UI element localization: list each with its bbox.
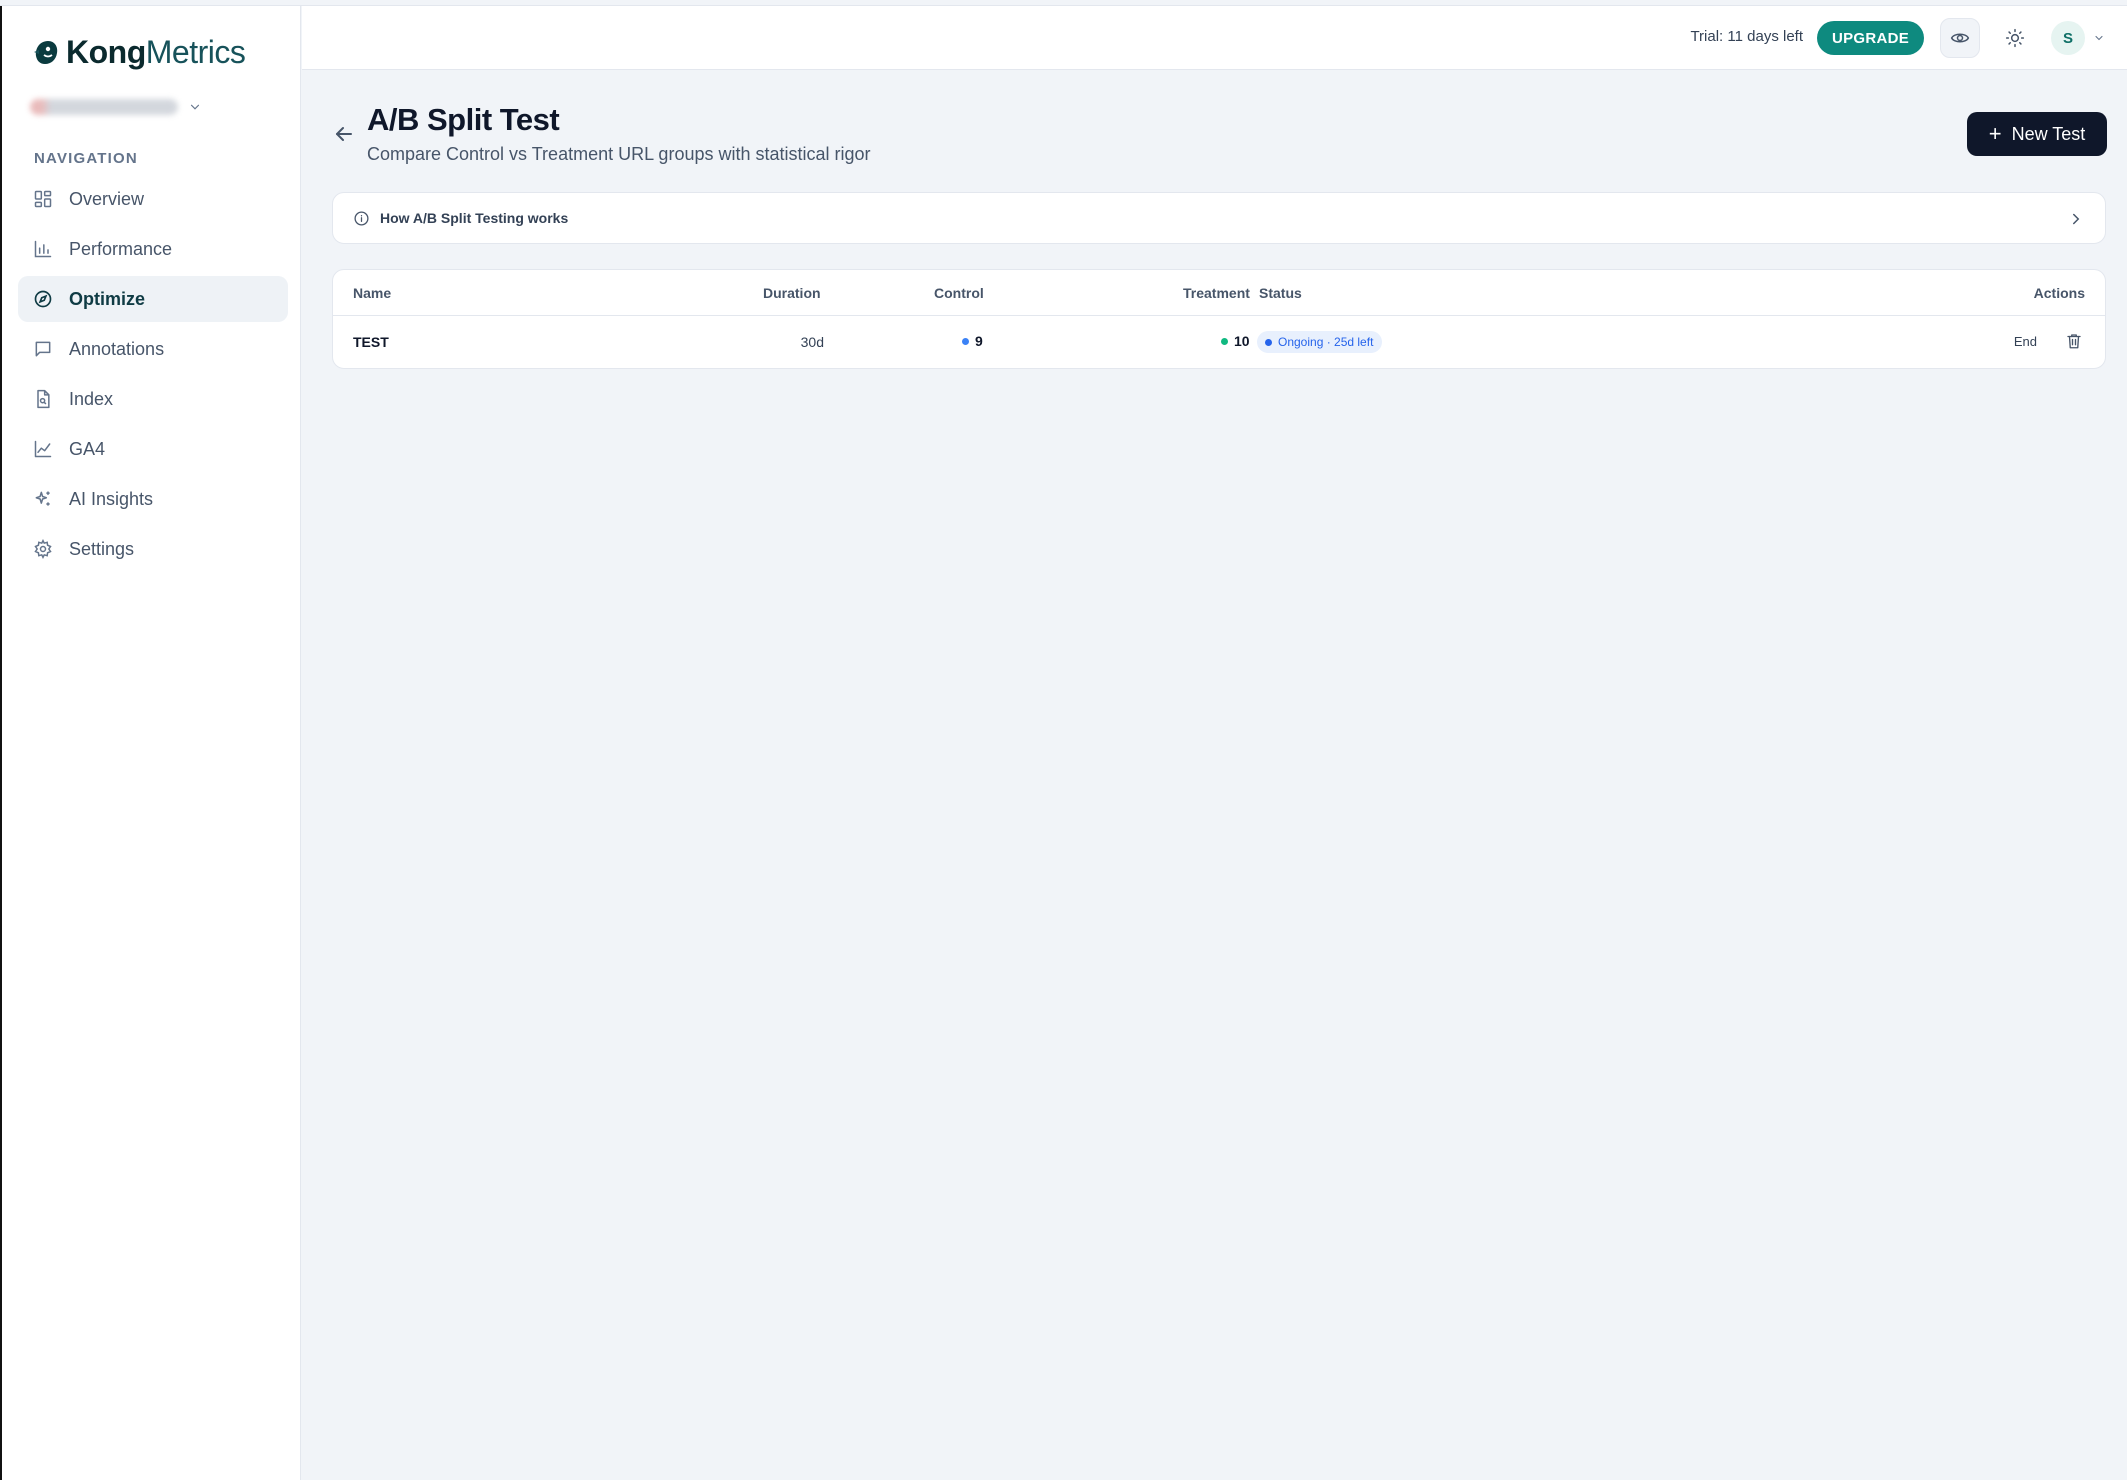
sidebar-item-performance[interactable]: Performance [18, 226, 288, 272]
status-dot [1265, 338, 1272, 346]
file-search-icon [37, 389, 50, 409]
sidebar-item-label: Performance [69, 238, 173, 259]
treatment-dot [1221, 337, 1228, 345]
column-header-status[interactable]: Status [1259, 285, 1302, 301]
chevron-right-icon [2073, 213, 2080, 225]
avatar: S [2051, 21, 2085, 55]
line-chart-icon [34, 440, 52, 458]
page-title: A/B Split Test [367, 102, 560, 137]
main-content: A/B Split Test Compare Control vs Treatm… [302, 70, 2127, 1480]
sidebar-item-label: Annotations [69, 338, 165, 359]
sidebar: KongMetrics NAVIGATION Overview Performa… [0, 6, 301, 1480]
upgrade-button[interactable]: UPGRADE [1817, 21, 1924, 55]
sidebar-item-label: Settings [69, 538, 135, 559]
nav-list: Overview Performance Optimize Annotation… [18, 176, 288, 576]
nav-section-title: NAVIGATION [34, 150, 138, 167]
gear-icon [34, 539, 52, 559]
bar-chart-icon [34, 240, 52, 258]
control-count: 9 [962, 333, 983, 349]
sidebar-item-ai-insights[interactable]: AI Insights [18, 476, 288, 522]
visibility-toggle-button[interactable] [1940, 18, 1980, 58]
status-text: Ongoing · 25d left [1278, 335, 1374, 349]
brand-logo[interactable]: KongMetrics [30, 32, 246, 72]
arrow-left-icon[interactable] [332, 122, 356, 146]
status-badge: Ongoing · 25d left [1257, 331, 1383, 353]
sidebar-item-label: Optimize [69, 288, 146, 309]
tests-table: Name Duration Control Treatment Status A… [332, 269, 2106, 369]
column-header-actions: Actions [2033, 285, 2085, 301]
new-test-button[interactable]: + New Test [1967, 112, 2107, 156]
sidebar-item-label: Index [69, 388, 114, 409]
theme-toggle-button[interactable] [1995, 18, 2035, 58]
sidebar-item-label: GA4 [69, 438, 106, 459]
plus-icon: + [1988, 121, 2002, 146]
grid-icon [34, 190, 52, 208]
table-header: Name Duration Control Treatment Status A… [333, 270, 2105, 316]
brand-name-bold: Kong [66, 33, 146, 70]
page-subtitle: Compare Control vs Treatment URL groups … [367, 144, 871, 164]
eye-icon [1950, 33, 1970, 43]
chevron-down-icon [190, 104, 200, 110]
treatment-value: 10 [1234, 333, 1250, 349]
test-name: TEST [353, 334, 389, 350]
howto-accordion[interactable]: How A/B Split Testing works [332, 192, 2106, 244]
end-test-button[interactable]: End [2014, 334, 2037, 349]
topbar: Trial: 11 days left UPGRADE S [302, 6, 2127, 70]
sidebar-item-ga4[interactable]: GA4 [18, 426, 288, 472]
column-header-treatment[interactable]: Treatment [1183, 285, 1250, 301]
project-switcher[interactable] [30, 96, 202, 118]
app-root: KongMetrics NAVIGATION Overview Performa… [0, 0, 2127, 1480]
howto-label: How A/B Split Testing works [380, 210, 569, 226]
sidebar-item-optimize[interactable]: Optimize [18, 276, 288, 322]
sidebar-item-settings[interactable]: Settings [18, 526, 288, 572]
brand-name-light: Metrics [145, 33, 246, 70]
gorilla-logo-icon [34, 41, 58, 64]
sidebar-item-overview[interactable]: Overview [18, 176, 288, 222]
control-value: 9 [975, 333, 983, 349]
table-row[interactable]: TEST 30d 9 10 Ongoing · 25d left End [333, 316, 2105, 370]
message-square-icon [35, 341, 51, 357]
sun-icon [2005, 28, 2025, 48]
column-header-duration[interactable]: Duration [763, 285, 821, 301]
control-dot [962, 337, 969, 345]
compass-icon [34, 290, 52, 308]
info-icon [354, 210, 369, 226]
sidebar-item-annotations[interactable]: Annotations [18, 326, 288, 372]
trial-status: Trial: 11 days left [1690, 28, 1803, 45]
sidebar-item-label: AI Insights [69, 488, 154, 509]
sparkles-icon [35, 491, 50, 506]
user-menu[interactable]: S [2051, 20, 2105, 56]
chevron-down-icon [2095, 35, 2103, 41]
new-test-label: New Test [2011, 123, 2086, 144]
sidebar-item-index[interactable]: Index [18, 376, 288, 422]
test-duration: 30d [800, 334, 824, 350]
treatment-count: 10 [1221, 333, 1250, 349]
trash-icon[interactable] [2065, 332, 2083, 350]
brand-name: KongMetrics [66, 33, 246, 71]
project-name-blurred [30, 99, 178, 115]
column-header-control[interactable]: Control [934, 285, 984, 301]
sidebar-item-label: Overview [69, 188, 145, 209]
column-header-name[interactable]: Name [353, 285, 391, 301]
